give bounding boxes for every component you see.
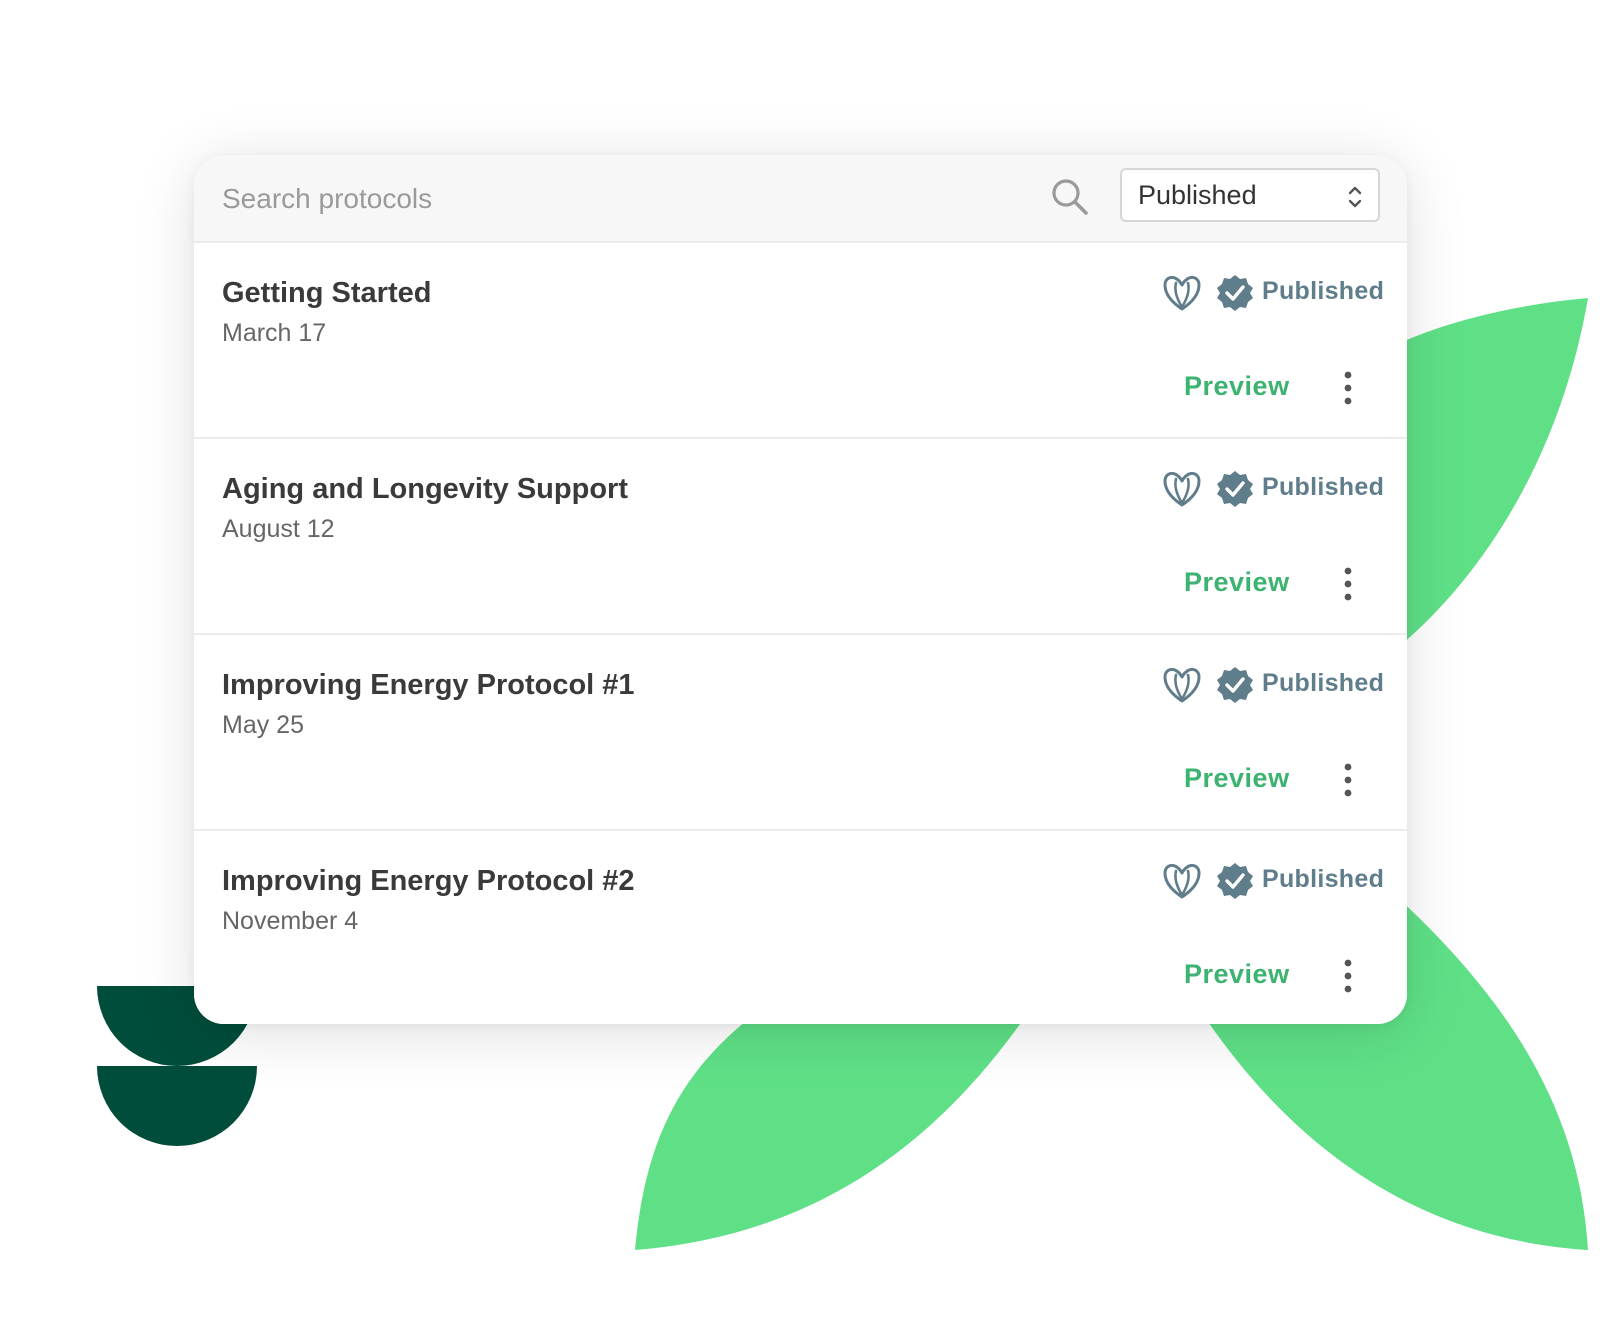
- green-petal-bottom-left: [635, 1010, 1030, 1250]
- more-vertical-icon[interactable]: [1338, 566, 1358, 602]
- preview-button[interactable]: Preview: [1184, 371, 1290, 402]
- verified-badge-icon: [1217, 667, 1253, 703]
- search-input[interactable]: [222, 175, 1002, 223]
- protocol-row[interactable]: Improving Energy Protocol #2 November 4 …: [194, 831, 1407, 1024]
- preview-button[interactable]: Preview: [1184, 567, 1290, 598]
- leaf-heart-icon[interactable]: [1162, 273, 1202, 313]
- protocol-row[interactable]: Improving Energy Protocol #1 May 25 Publ…: [194, 635, 1407, 831]
- protocols-card: Published Getting Started March 17 Publi…: [194, 155, 1407, 1024]
- dark-half-circle-bottom: [97, 1066, 257, 1146]
- search-bar: Published: [194, 155, 1407, 243]
- protocol-date: November 4: [222, 907, 359, 935]
- status-filter-select[interactable]: Published: [1120, 168, 1380, 222]
- leaf-heart-icon[interactable]: [1162, 861, 1202, 901]
- more-vertical-icon[interactable]: [1338, 762, 1358, 798]
- protocol-title: Aging and Longevity Support: [222, 473, 628, 505]
- preview-button[interactable]: Preview: [1184, 763, 1290, 794]
- protocol-title: Improving Energy Protocol #1: [222, 669, 635, 701]
- protocol-date: May 25: [222, 711, 304, 739]
- protocol-row[interactable]: Aging and Longevity Support August 12 Pu…: [194, 439, 1407, 635]
- protocol-title: Improving Energy Protocol #2: [222, 865, 635, 897]
- protocol-date: August 12: [222, 515, 335, 543]
- green-petal-top-right: [1395, 298, 1588, 650]
- verified-badge-icon: [1217, 471, 1253, 507]
- search-icon[interactable]: [1048, 175, 1092, 219]
- more-vertical-icon[interactable]: [1338, 958, 1358, 994]
- protocol-date: March 17: [222, 319, 327, 347]
- status-badge: Published: [1262, 277, 1385, 305]
- status-badge: Published: [1262, 865, 1385, 893]
- status-badge: Published: [1262, 669, 1385, 697]
- leaf-heart-icon[interactable]: [1162, 469, 1202, 509]
- verified-badge-icon: [1217, 275, 1253, 311]
- verified-badge-icon: [1217, 863, 1253, 899]
- more-vertical-icon[interactable]: [1338, 370, 1358, 406]
- chevron-updown-icon: [1348, 186, 1362, 208]
- status-filter-value: Published: [1138, 180, 1257, 210]
- status-badge: Published: [1262, 473, 1385, 501]
- protocol-row[interactable]: Getting Started March 17 Published Previ…: [194, 243, 1407, 439]
- leaf-heart-icon[interactable]: [1162, 665, 1202, 705]
- protocol-title: Getting Started: [222, 277, 432, 309]
- preview-button[interactable]: Preview: [1184, 959, 1290, 990]
